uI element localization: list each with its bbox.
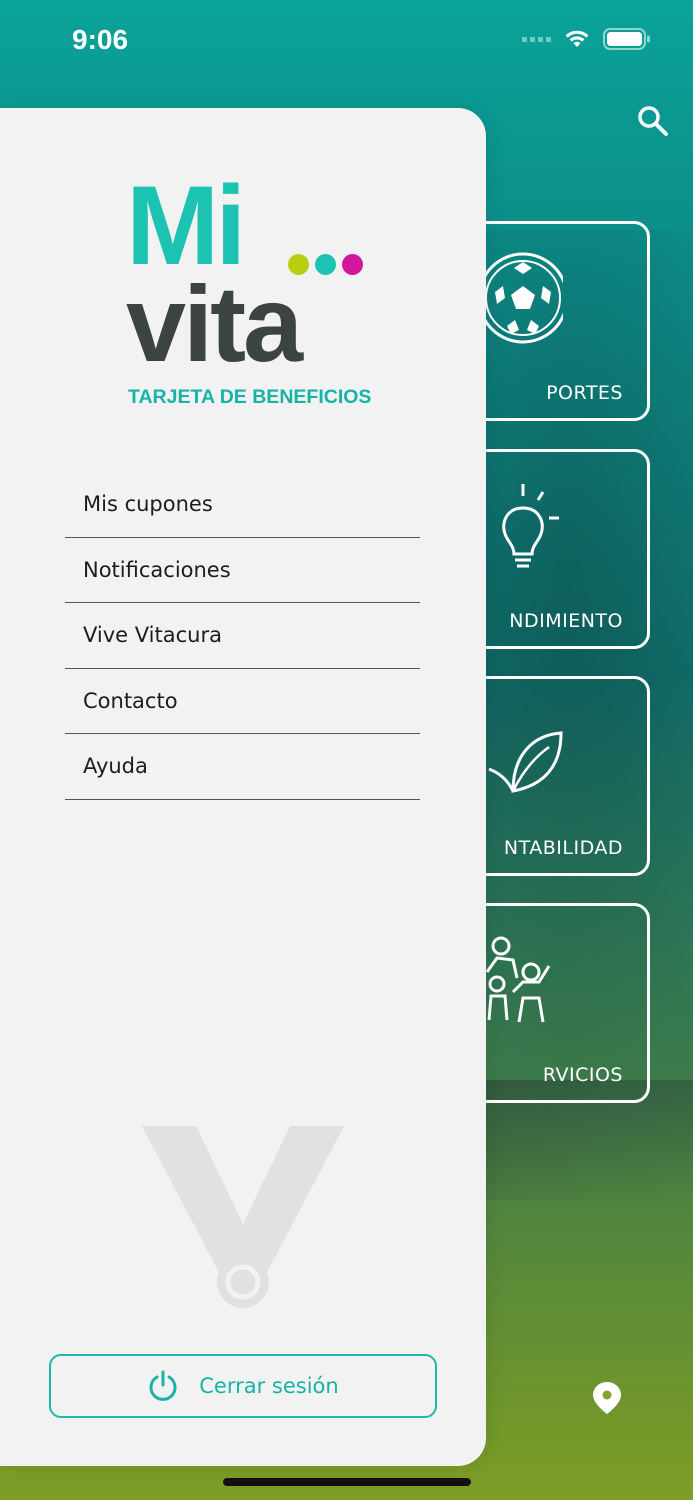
menu-item-vive-vitacura[interactable]: Vive Vitacura xyxy=(65,603,420,669)
menu-item-notificaciones[interactable]: Notificaciones xyxy=(65,538,420,603)
logout-label: Cerrar sesión xyxy=(199,1374,339,1398)
lightbulb-icon xyxy=(502,484,559,568)
mi-vita-logo: Mi vita TARJETA DE BENEFICIOS xyxy=(126,170,376,414)
search-icon[interactable] xyxy=(636,104,670,138)
power-icon xyxy=(149,1370,177,1401)
wifi-icon xyxy=(565,30,589,47)
drawer-menu: Mis cupones Notificaciones Vive Vitacura… xyxy=(65,472,420,800)
leaf-icon xyxy=(488,731,563,793)
cellular-signal-icon xyxy=(522,36,551,42)
status-time: 9:06 xyxy=(72,24,129,55)
home-indicator[interactable] xyxy=(223,1478,471,1486)
menu-item-mis-cupones[interactable]: Mis cupones xyxy=(65,472,420,538)
vitacura-v-watermark xyxy=(142,1126,344,1308)
soccer-ball-icon xyxy=(483,252,563,344)
logo-vita-text: vita xyxy=(126,263,303,384)
menu-item-ayuda[interactable]: Ayuda xyxy=(65,734,420,800)
location-pin-icon[interactable] xyxy=(590,1380,624,1416)
battery-icon xyxy=(603,28,650,50)
family-icon xyxy=(485,936,551,1023)
menu-item-contacto[interactable]: Contacto xyxy=(65,669,420,734)
logout-button[interactable]: Cerrar sesión xyxy=(49,1354,437,1418)
side-drawer: Mi vita TARJETA DE BENEFICIOS Mis cupone… xyxy=(0,108,486,1466)
status-icons xyxy=(522,28,651,50)
logo-tagline: TARJETA DE BENEFICIOS xyxy=(128,386,372,408)
